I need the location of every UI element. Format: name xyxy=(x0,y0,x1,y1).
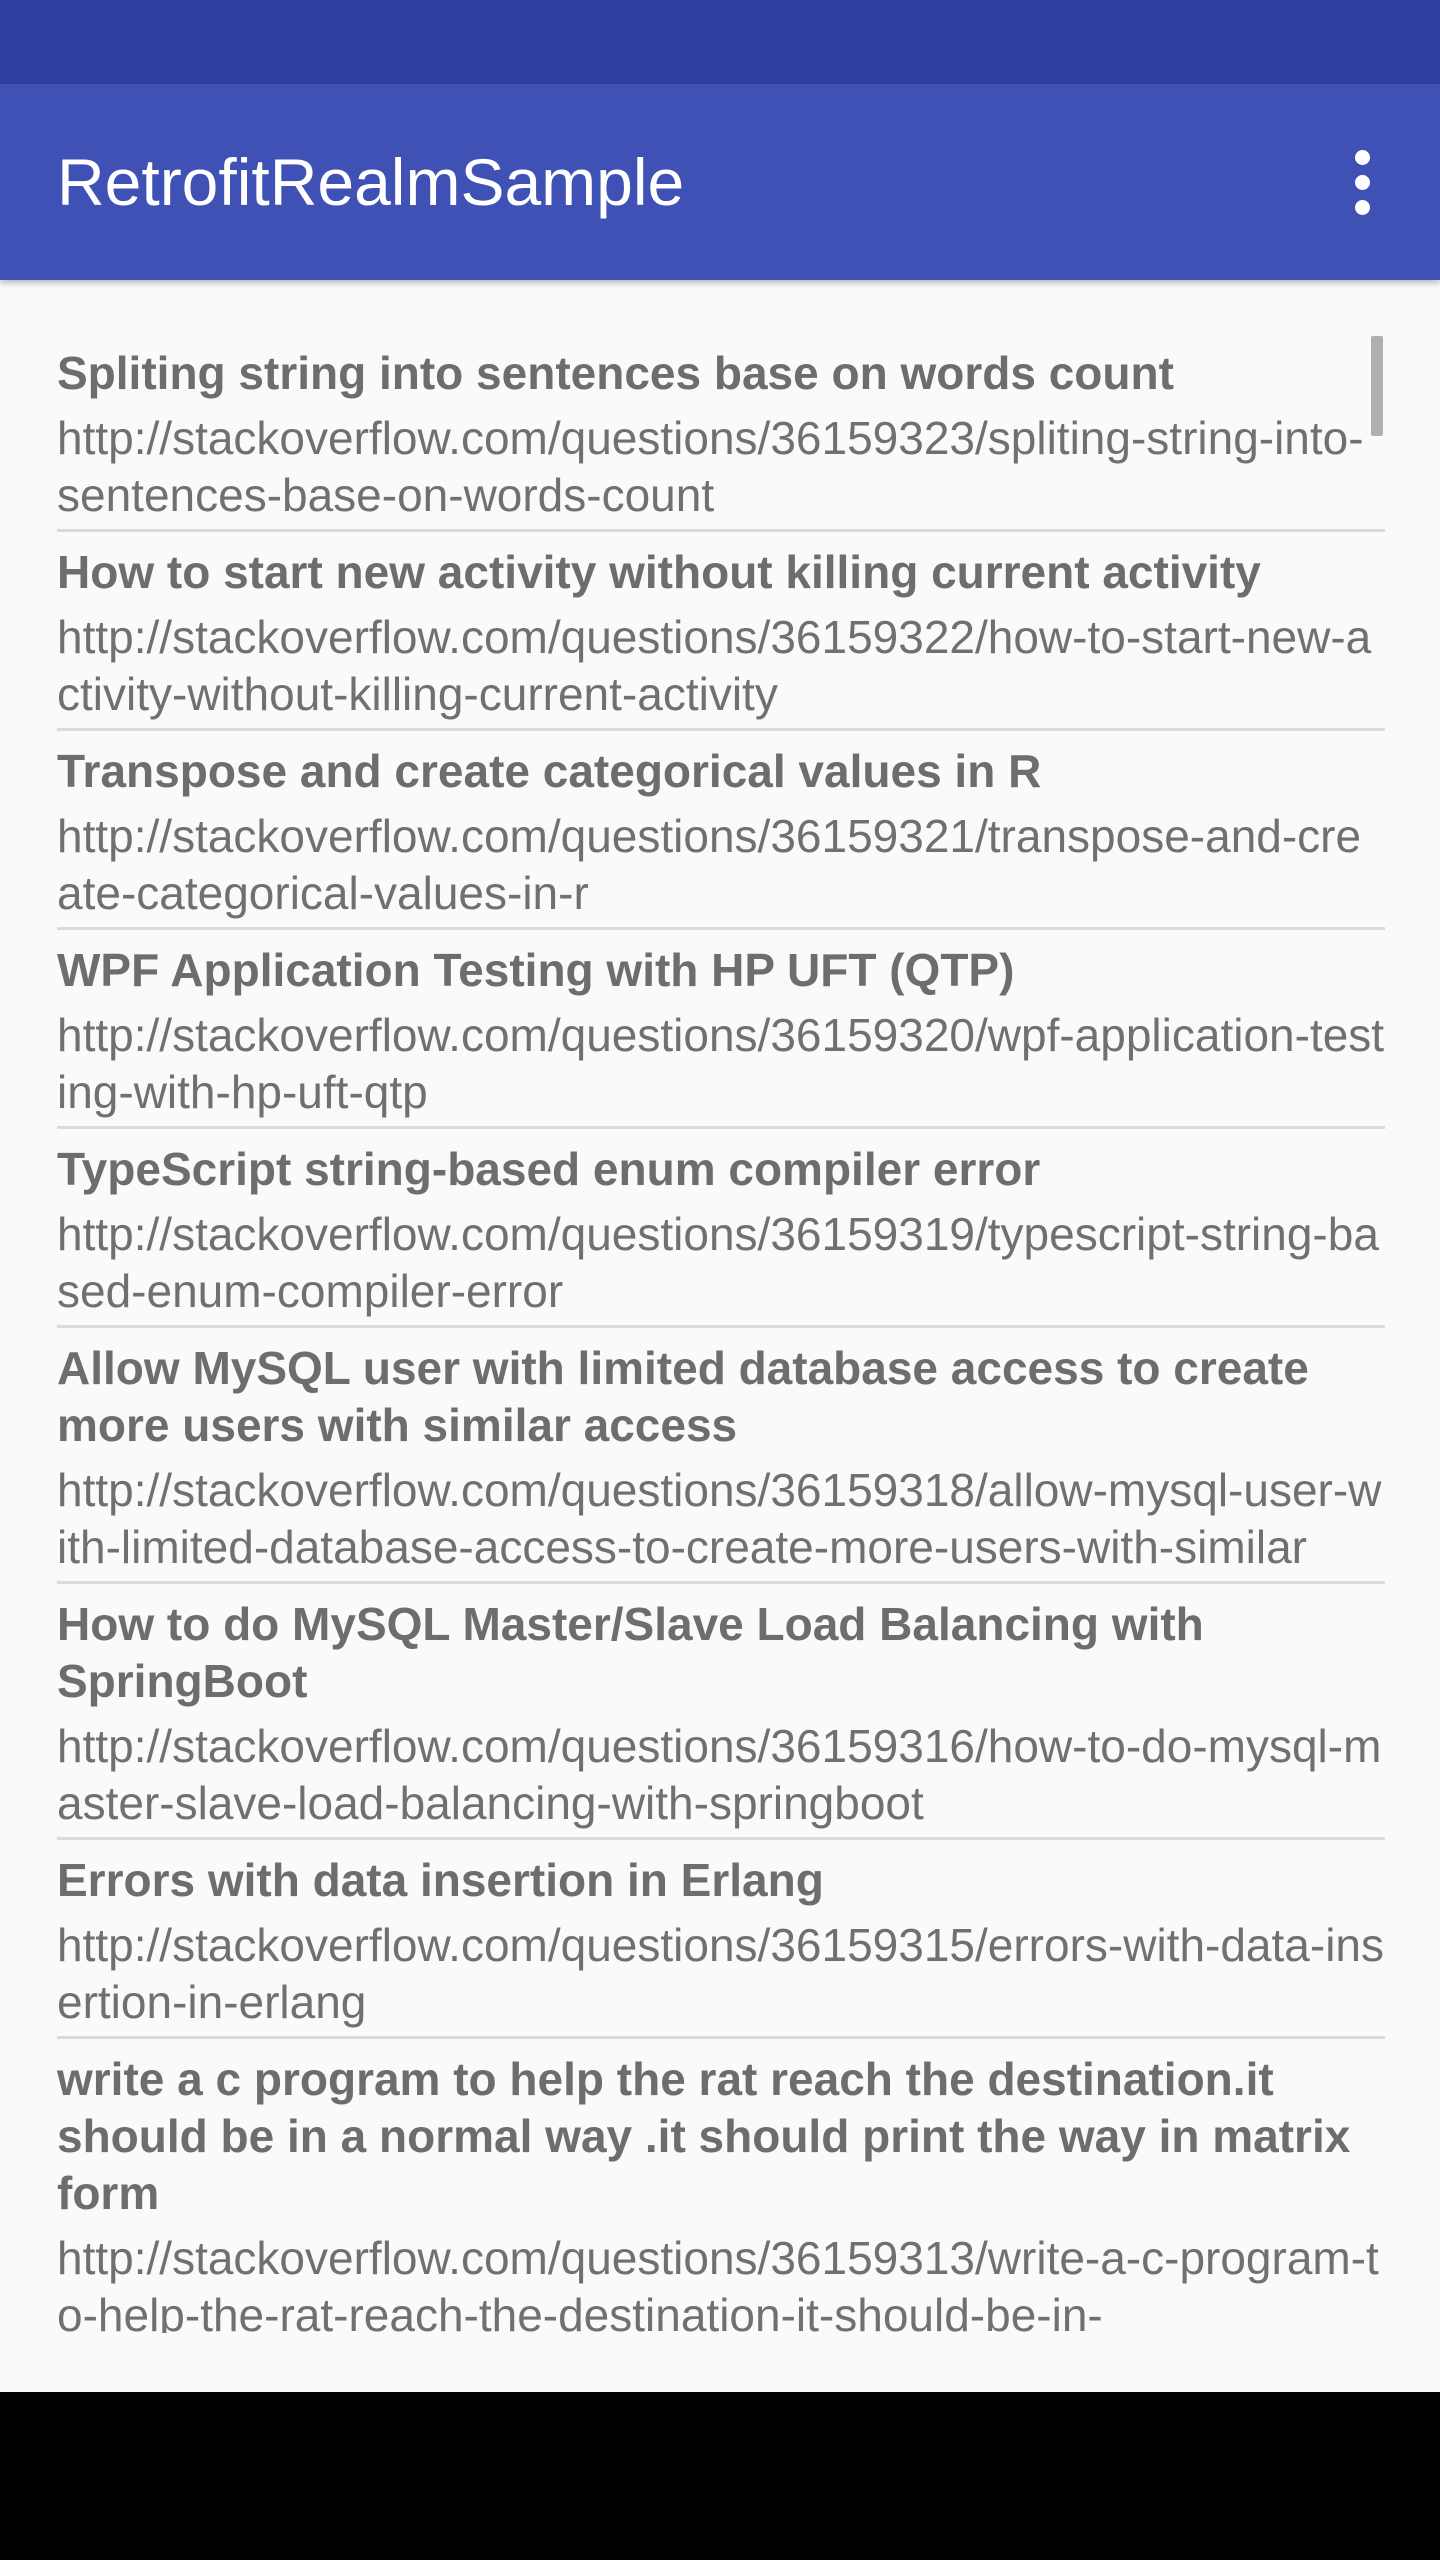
more-vert-icon xyxy=(1354,199,1370,215)
question-title: TypeScript string-based enum compiler er… xyxy=(57,1143,1041,1195)
more-vert-icon xyxy=(1354,149,1370,165)
question-link: http://stackoverflow.com/questions/36159… xyxy=(57,810,1362,919)
question-list[interactable]: Spliting string into sentences base on w… xyxy=(57,333,1385,2333)
question-link: http://stackoverflow.com/questions/36159… xyxy=(57,1009,1385,1118)
scrollbar-thumb[interactable] xyxy=(1371,336,1383,436)
list-item[interactable]: Spliting string into sentences base on w… xyxy=(57,333,1385,532)
app-bar: RetrofitRealmSample xyxy=(0,84,1440,280)
list-item[interactable]: How to do MySQL Master/Slave Load Balanc… xyxy=(57,1584,1385,1840)
app-title: RetrofitRealmSample xyxy=(57,145,685,219)
list-item[interactable]: Errors with data insertion in Erlang htt… xyxy=(57,1840,1385,2039)
question-link: http://stackoverflow.com/questions/36159… xyxy=(57,1464,1382,1573)
more-vert-icon xyxy=(1354,174,1370,190)
list-item[interactable]: TypeScript string-based enum compiler er… xyxy=(57,1129,1385,1328)
question-title: Spliting string into sentences base on w… xyxy=(57,347,1174,399)
list-item[interactable]: How to start new activity without killin… xyxy=(57,532,1385,731)
question-title: Errors with data insertion in Erlang xyxy=(57,1854,824,1906)
question-link: http://stackoverflow.com/questions/36159… xyxy=(57,1720,1382,1829)
question-link: http://stackoverflow.com/questions/36159… xyxy=(57,1919,1384,2028)
question-link: http://stackoverflow.com/questions/36159… xyxy=(57,1208,1379,1317)
list-item[interactable]: write a c program to help the rat reach … xyxy=(57,2039,1385,2333)
question-title: Allow MySQL user with limited database a… xyxy=(57,1342,1309,1451)
list-item[interactable]: WPF Application Testing with HP UFT (QTP… xyxy=(57,930,1385,1129)
list-item[interactable]: Allow MySQL user with limited database a… xyxy=(57,1328,1385,1584)
question-title: WPF Application Testing with HP UFT (QTP… xyxy=(57,944,1015,996)
navigation-bar xyxy=(0,2392,1440,2560)
question-link: http://stackoverflow.com/questions/36159… xyxy=(57,611,1372,720)
overflow-menu-button[interactable] xyxy=(1322,128,1402,236)
status-bar xyxy=(0,0,1440,84)
question-title: write a c program to help the rat reach … xyxy=(57,2053,1351,2219)
question-title: How to do MySQL Master/Slave Load Balanc… xyxy=(57,1598,1204,1707)
list-item[interactable]: Transpose and create categorical values … xyxy=(57,731,1385,930)
question-link: http://stackoverflow.com/questions/36159… xyxy=(57,412,1364,521)
question-title: How to start new activity without killin… xyxy=(57,546,1261,598)
question-title: Transpose and create categorical values … xyxy=(57,745,1042,797)
question-list-container: Spliting string into sentences base on w… xyxy=(0,280,1440,2392)
question-link: http://stackoverflow.com/questions/36159… xyxy=(57,2232,1379,2333)
